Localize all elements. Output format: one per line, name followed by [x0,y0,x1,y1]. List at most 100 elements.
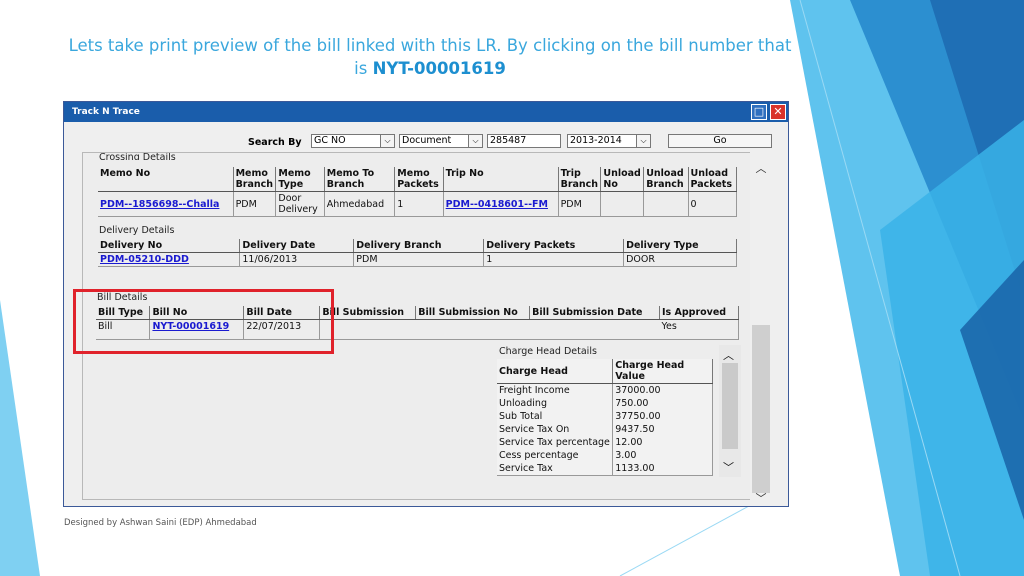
charge-head-cell: Unloading [497,397,614,410]
chevron-down-icon: ⌵ [468,135,482,147]
table-cell [600,191,645,217]
column-header: Trip Branch [558,167,602,192]
window-titlebar: Track N Trace □ ✕ [64,102,788,122]
search-by-select[interactable]: GC NO ⌵ [311,134,395,148]
column-header: Delivery Branch [353,239,485,253]
bill-details-highlight-box [73,289,334,354]
main-scrollbar[interactable]: ︿ ﹀ [750,152,772,506]
column-header: Bill Submission No [415,306,531,320]
charge-head-details-label: Charge Head Details [499,346,597,357]
table-cell [529,319,660,340]
column-header: Is Approved [659,306,739,320]
table-row: Service Tax percentage 12.00 [497,436,713,449]
column-header: Unload Branch [643,167,689,192]
column-header: Memo No [98,167,234,192]
charge-head-cell: Service Tax [497,462,614,476]
document-value: Document [402,135,452,146]
memo-no-link[interactable]: PDM--1856698--Challa [98,191,234,217]
table-header-row: Memo No Memo Branch Memo Type Memo To Br… [98,167,738,192]
table-cell [643,191,689,217]
table-row: PDM--1856698--Challa PDM Door Delivery A… [98,191,738,217]
table-cell: 1 [483,252,625,267]
table-row: Freight Income 37000.00 [497,383,713,397]
charge-value-cell: 3.00 [612,449,713,462]
column-header: Charge Head [497,359,614,384]
charge-table-scrollbar[interactable]: ︿ ﹀ [719,345,741,477]
column-header: Delivery No [98,239,241,253]
charge-head-cell: Service Tax On [497,423,614,436]
charge-value-cell: 12.00 [612,436,713,449]
table-cell [319,319,416,340]
delivery-no-link[interactable]: PDM-05210-DDD [98,252,241,267]
table-cell: PDM [233,191,277,217]
charge-head-table: Charge Head Charge Head Value Freight In… [497,359,713,476]
charge-head-cell: Service Tax percentage [497,436,614,449]
scrollbar-thumb[interactable] [752,325,770,493]
charge-head-cell: Freight Income [497,383,614,397]
bill-number-highlight: NYT-00001619 [372,59,506,78]
search-by-value: GC NO [314,135,346,146]
table-row: Service Tax 1133.00 [497,462,713,476]
search-bar: Search By GC NO ⌵ Document ⌵ 285487 2013… [64,124,788,152]
delivery-details-label: Delivery Details [99,225,175,236]
column-header: Bill Submission Date [529,306,660,320]
year-select[interactable]: 2013-2014 ⌵ [567,134,651,148]
table-row: Sub Total 37750.00 [497,410,713,423]
table-cell: Door Delivery [275,191,325,217]
column-header: Charge Head Value [612,359,713,384]
slide-footer: Designed by Ashwan Saini (EDP) Ahmedabad [64,518,257,528]
chevron-up-icon[interactable]: ︿ [723,347,734,363]
column-header: Memo To Branch [324,167,396,192]
delivery-table: Delivery No Delivery Date Delivery Branc… [98,239,737,267]
charge-value-cell: 750.00 [612,397,713,410]
chevron-down-icon: ⌵ [380,135,394,147]
table-cell: 0 [688,191,738,217]
chevron-down-icon[interactable]: ﹀ [754,490,768,506]
column-header: Unload Packets [688,167,738,192]
charge-value-cell: 37000.00 [612,383,713,397]
table-cell: PDM [558,191,602,217]
table-cell [415,319,530,340]
column-header: Bill Submission [319,306,417,320]
charge-head-cell: Sub Total [497,410,614,423]
year-value: 2013-2014 [570,135,622,146]
table-cell: DOOR [623,252,737,267]
document-select[interactable]: Document ⌵ [399,134,483,148]
column-header: Memo Type [275,167,325,192]
table-cell: Yes [659,319,739,340]
column-header: Delivery Packets [483,239,625,253]
charge-value-cell: 1133.00 [612,462,713,476]
search-by-label: Search By [248,137,302,148]
crossing-details-label: Crossing Details [99,152,176,160]
maximize-icon[interactable]: □ [751,104,767,120]
charge-head-cell: Cess percentage [497,449,614,462]
scrollbar-thumb[interactable] [722,363,738,449]
column-header: Unload No [600,167,645,192]
slide-title: Lets take print preview of the bill link… [60,34,800,80]
close-icon[interactable]: ✕ [770,104,786,120]
trip-no-link[interactable]: PDM--0418601--FM [443,191,559,217]
table-cell: PDM [353,252,485,267]
go-button[interactable]: Go [668,134,772,148]
table-row: Unloading 750.00 [497,397,713,410]
table-row: Service Tax On 9437.50 [497,423,713,436]
charge-value-cell: 37750.00 [612,410,713,423]
column-header: Trip No [443,167,559,192]
table-header-row: Charge Head Charge Head Value [497,359,713,384]
number-input[interactable]: 285487 [487,134,561,148]
charge-value-cell: 9437.50 [612,423,713,436]
table-row: PDM-05210-DDD 11/06/2013 PDM 1 DOOR [98,252,737,267]
table-cell: Ahmedabad [324,191,396,217]
table-header-row: Delivery No Delivery Date Delivery Branc… [98,239,737,253]
table-cell: 11/06/2013 [239,252,355,267]
column-header: Delivery Date [239,239,355,253]
chevron-up-icon[interactable]: ︿ [754,160,768,176]
table-row: Cess percentage 3.00 [497,449,713,462]
column-header: Delivery Type [623,239,737,253]
window-title: Track N Trace [72,107,140,117]
chevron-down-icon: ⌵ [636,135,650,147]
table-cell: 1 [394,191,444,217]
chevron-down-icon[interactable]: ﹀ [723,459,734,475]
crossing-table: Memo No Memo Branch Memo Type Memo To Br… [98,167,738,217]
column-header: Memo Branch [233,167,277,192]
